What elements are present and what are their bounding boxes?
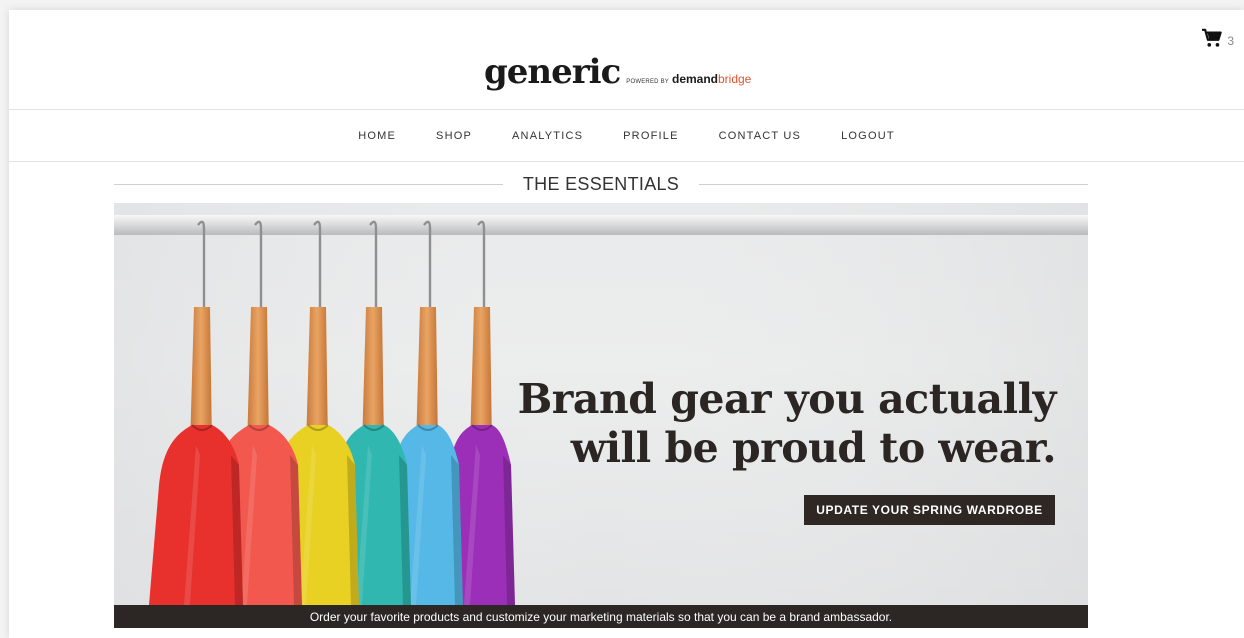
promo-footer-bar: Order your favorite products and customi… [114, 605, 1088, 628]
logo-demand: demand [671, 72, 718, 86]
hero-banner: Brand gear you actually will be proud to… [114, 203, 1088, 605]
site-header: generic POWERED BY demand bridge 3 [9, 10, 1244, 110]
section-title: THE ESSENTIALS [522, 173, 680, 194]
nav-analytics[interactable]: ANALYTICS [492, 130, 603, 142]
hero-headline: Brand gear you actually will be proud to… [517, 375, 1057, 473]
nav-shop[interactable]: SHOP [416, 130, 492, 142]
logo-bridge: bridge [718, 72, 752, 86]
cart-button[interactable]: 3 [1201, 28, 1234, 53]
logo-powered-by: POWERED BY [626, 79, 669, 85]
main-nav: HOME SHOP ANALYTICS PROFILE CONTACT US L… [9, 110, 1244, 162]
update-wardrobe-button[interactable]: UPDATE YOUR SPRING WARDROBE [804, 495, 1055, 525]
section-divider-left [114, 183, 503, 185]
section-header: THE ESSENTIALS [114, 172, 1088, 196]
cart-count: 3 [1227, 33, 1234, 48]
hero-headline-line2: will be proud to wear. [570, 424, 1057, 472]
nav-logout[interactable]: LOGOUT [821, 130, 915, 142]
nav-contact-us[interactable]: CONTACT US [699, 130, 822, 142]
shopping-cart-icon [1201, 28, 1223, 53]
nav-profile[interactable]: PROFILE [603, 130, 698, 142]
logo-wordmark: generic [484, 52, 621, 92]
hero-headline-line1: Brand gear you actually [517, 375, 1057, 423]
nav-home[interactable]: HOME [338, 130, 416, 142]
section-divider-right [699, 183, 1088, 185]
promo-footer-text: Order your favorite products and customi… [309, 609, 893, 624]
site-logo[interactable]: generic POWERED BY demand bridge [484, 54, 751, 90]
